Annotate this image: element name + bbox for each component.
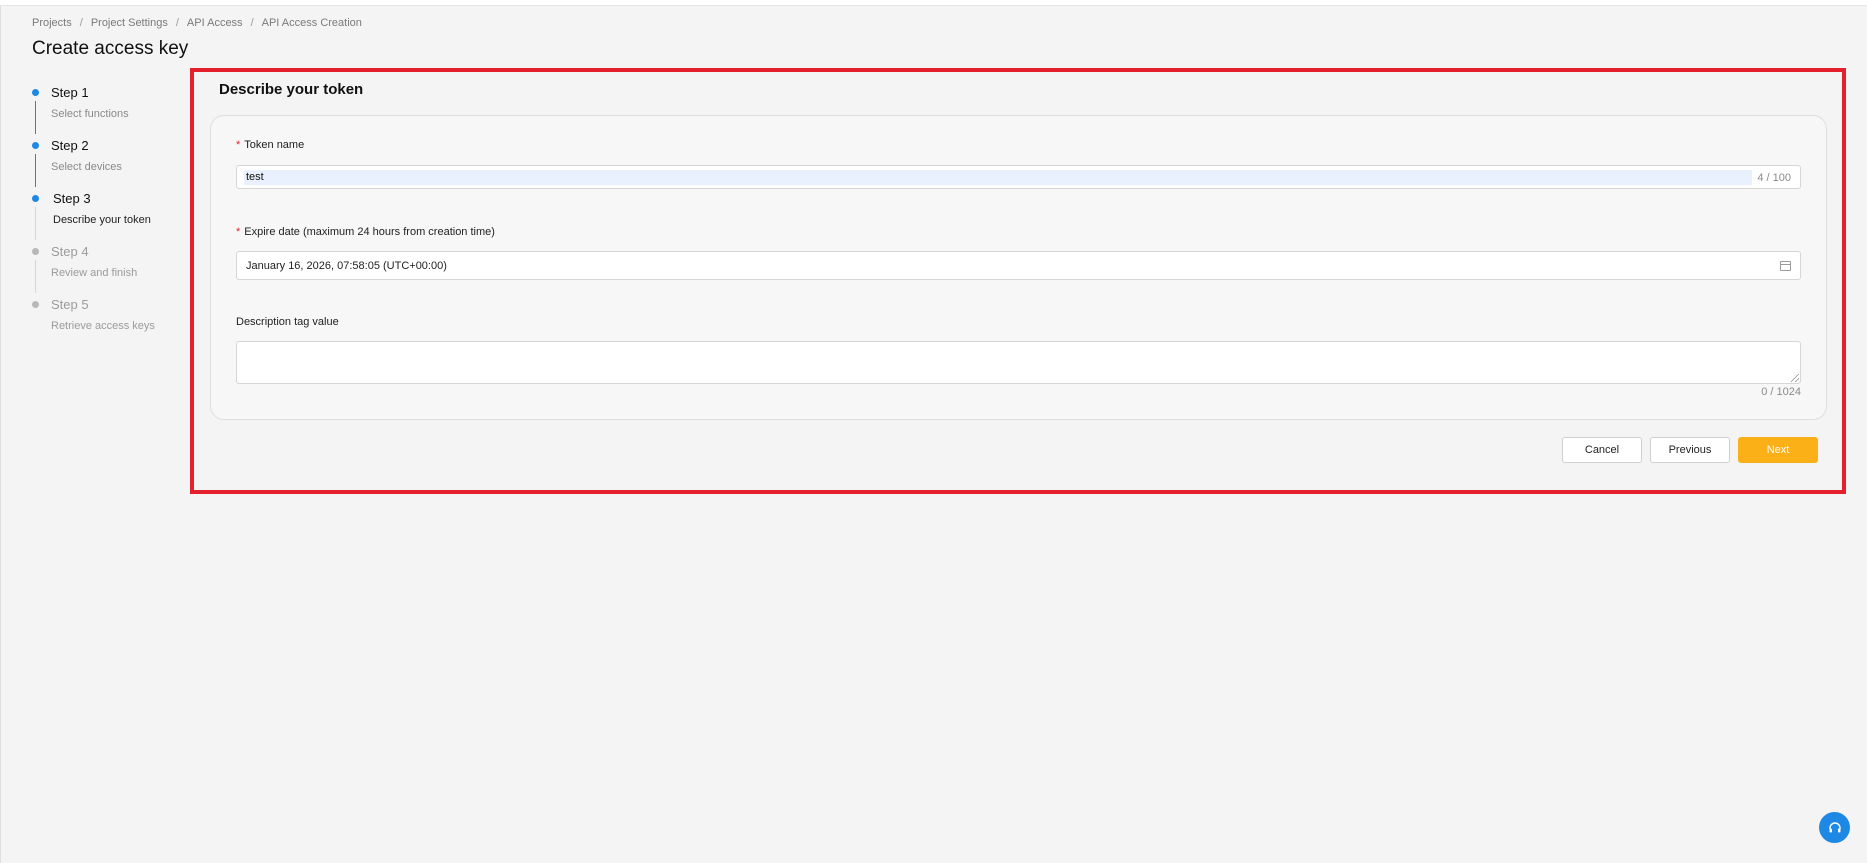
token-name-counter: 4 / 100 — [1757, 172, 1791, 184]
breadcrumb-project-settings[interactable]: Project Settings — [91, 17, 168, 29]
description-counter: 0 / 1024 — [1761, 386, 1801, 398]
step-dot — [32, 248, 39, 255]
step-title: Step 5 — [51, 297, 89, 312]
left-edge — [0, 6, 1, 863]
cancel-button[interactable]: Cancel — [1562, 437, 1642, 463]
page-title: Create access key — [32, 38, 189, 59]
step-dot — [32, 89, 39, 96]
required-mark: * — [236, 226, 241, 238]
breadcrumb-api-access[interactable]: API Access — [187, 17, 243, 29]
token-name-label: * Token name — [236, 139, 304, 151]
step-2: Step 2 Select devices — [28, 137, 178, 190]
step-title: Step 1 — [51, 85, 89, 100]
token-name-value: test — [244, 170, 1752, 185]
step-title: Step 4 — [51, 244, 89, 259]
breadcrumb-separator: / — [175, 17, 179, 29]
headset-icon — [1828, 821, 1841, 832]
step-subtitle: Describe your token — [53, 214, 151, 226]
step-indicator: Step 1 Select functions Step 2 Select de… — [28, 84, 178, 349]
breadcrumb-separator: / — [250, 17, 254, 29]
step-title: Step 2 — [51, 138, 89, 153]
help-button[interactable] — [1819, 812, 1850, 843]
breadcrumb-projects[interactable]: Projects — [32, 17, 72, 29]
expire-date-picker[interactable]: January 16, 2026, 07:58:05 (UTC+00:00) — [236, 251, 1801, 280]
step-1: Step 1 Select functions — [28, 84, 178, 137]
step-dot — [32, 301, 39, 308]
step-connector — [35, 101, 36, 134]
calendar-icon[interactable] — [1780, 261, 1791, 271]
resize-grip-icon[interactable] — [1791, 374, 1799, 382]
expire-date-label: * Expire date (maximum 24 hours from crea… — [236, 226, 495, 238]
step-subtitle: Review and finish — [51, 267, 138, 279]
top-strip — [0, 0, 1867, 6]
token-name-input[interactable]: test 4 / 100 — [236, 165, 1801, 189]
step-subtitle: Select functions — [51, 108, 129, 120]
expire-date-value: January 16, 2026, 07:58:05 (UTC+00:00) — [246, 260, 447, 272]
step-subtitle: Retrieve access keys — [51, 320, 155, 332]
step-dot — [32, 195, 39, 202]
breadcrumb: Projects / Project Settings / API Access… — [32, 17, 362, 29]
token-name-label-text: Token name — [244, 139, 305, 151]
section-title: Describe your token — [219, 81, 364, 98]
step-connector — [35, 260, 36, 293]
required-mark: * — [236, 139, 241, 151]
step-connector — [35, 207, 36, 240]
previous-button[interactable]: Previous — [1650, 437, 1730, 463]
description-label: Description tag value — [236, 316, 339, 328]
step-title: Step 3 — [53, 191, 91, 206]
description-textarea[interactable] — [236, 341, 1801, 384]
breadcrumb-separator: / — [79, 17, 83, 29]
step-4: Step 4 Review and finish — [28, 243, 178, 296]
step-subtitle: Select devices — [51, 161, 122, 173]
step-5: Step 5 Retrieve access keys — [28, 296, 178, 349]
step-dot — [32, 142, 39, 149]
expire-date-label-text: Expire date (maximum 24 hours from creat… — [244, 226, 495, 238]
breadcrumb-api-access-creation: API Access Creation — [261, 17, 362, 29]
step-3: Step 3 Describe your token — [28, 190, 178, 243]
step-connector — [35, 154, 36, 187]
next-button[interactable]: Next — [1738, 437, 1818, 463]
